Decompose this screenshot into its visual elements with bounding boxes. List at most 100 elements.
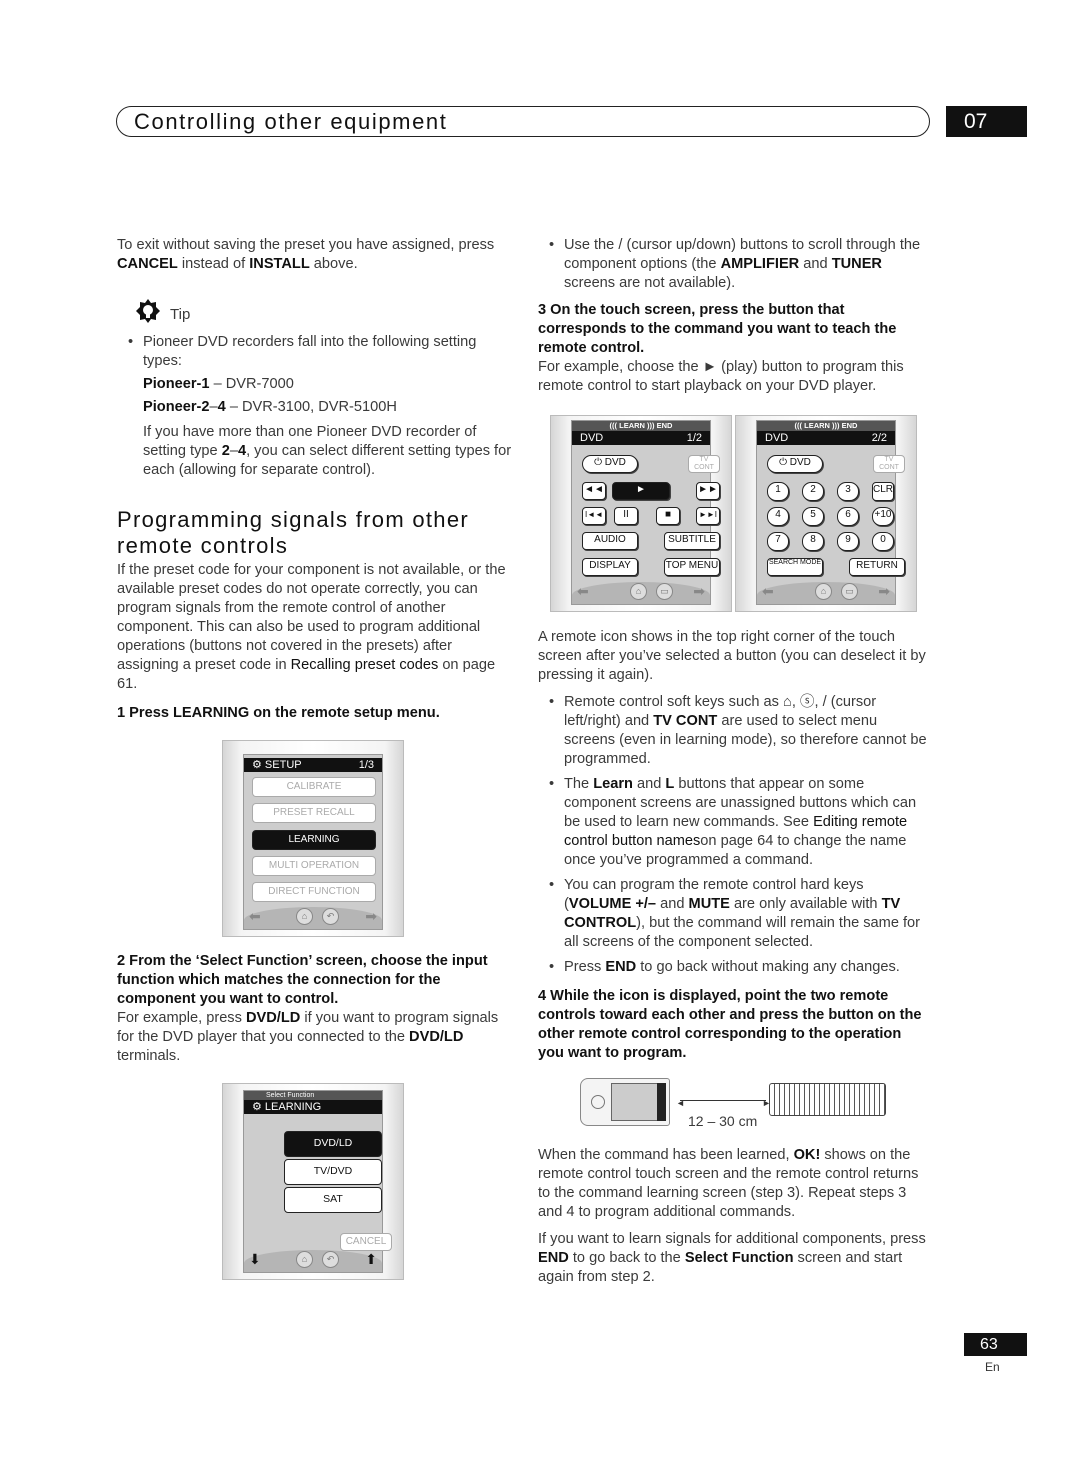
arrow-left-icon: ⬅ (249, 908, 261, 924)
arrow-left-icon: ⬅ (577, 583, 589, 599)
tip-pioneer-2-4: Pioneer-2–4 – DVR-3100, DVR-5100H (117, 398, 512, 417)
scroll-bullet: Use the / (cursor up/down) buttons to sc… (538, 236, 930, 293)
text-segment: above. (309, 256, 358, 272)
step-1: 1 Press LEARNING on the remote setup men… (117, 705, 440, 721)
text-segment: and (799, 256, 832, 272)
screen-page: 2/2 (871, 432, 887, 444)
screen-title: ⚙ LEARNING (252, 1101, 322, 1113)
text-segment: Select Function (684, 1250, 794, 1266)
back-icon: ↶ (322, 908, 339, 925)
home-icon: ⌂ (815, 583, 832, 600)
language-label: En (985, 1360, 1000, 1374)
step-2-example: For example, press DVD/LD if you want to… (117, 1009, 512, 1066)
text-segment: For example, choose the ► (play) button … (538, 359, 904, 394)
step-3-example: For example, choose the ► (play) button … (538, 358, 930, 396)
screen-nav-bar: ⬅ ⌂ ↶ ➡ (244, 907, 382, 929)
setup-screen-image: ⚙ SETUP 1/3 CALIBRATE PRESET RECALL LEARN… (222, 740, 404, 937)
text-segment: – (209, 399, 218, 415)
key-7: 7 (767, 532, 789, 551)
text-segment: L (665, 776, 675, 792)
distance-arrow (680, 1100, 766, 1101)
menu-multi-operation: MULTI OPERATION (252, 856, 376, 876)
section-title: Controlling other equipment (116, 106, 930, 137)
arrow-right-icon: ➡ (878, 583, 890, 599)
text-segment: to go back without making any changes. (636, 959, 900, 975)
text-segment: For example, press (117, 1010, 246, 1026)
menu-preset-recall: PRESET RECALL (252, 803, 376, 823)
distance-label: 12 – 30 cm (688, 1113, 758, 1129)
step-3: 3 On the touch screen, press the button … (538, 302, 897, 356)
touch-remote-illustration (580, 1078, 670, 1126)
text-segment: END (605, 959, 637, 975)
text-segment: TV CONT (653, 713, 718, 729)
key-plus10: +10 (872, 507, 894, 526)
text-segment: Press (564, 959, 606, 975)
home-icon: ⌂ (296, 908, 313, 925)
text-segment: screens are not available). (564, 275, 736, 291)
screen-nav-bar: ⬅ ⌂ ▭ ➡ (757, 582, 895, 604)
text-segment: 4 (237, 443, 247, 459)
option-sat: SAT (284, 1187, 382, 1213)
key-2: 2 (802, 482, 824, 501)
text-segment: are only available with (729, 896, 882, 912)
tip-note: If you have more than one Pioneer DVD re… (117, 423, 512, 480)
key-9: 9 (837, 532, 859, 551)
learn-buttons-bullet: The Learn and L buttons that appear on s… (538, 775, 930, 870)
arrow-right-icon: ➡ (365, 908, 377, 924)
text-segment: TUNER (831, 256, 882, 272)
text-segment: MUTE (688, 896, 730, 912)
search-mode-button: SEARCH MODE (767, 558, 823, 576)
section-heading: Programming signals from other remote co… (117, 507, 470, 558)
key-8: 8 (802, 532, 824, 551)
next-button: ►►I (696, 507, 720, 525)
exit-paragraph: To exit without saving the preset you ha… (117, 236, 512, 274)
text-segment: and (632, 776, 666, 792)
back-icon: ↶ (322, 1251, 339, 1268)
page-number: 63 (964, 1333, 1027, 1356)
cancel-button: CANCEL (340, 1233, 392, 1251)
text-segment: When the command has been learned, (538, 1147, 794, 1163)
learned-paragraph: When the command has been learned, OK! s… (538, 1146, 930, 1222)
tv-cont-button: TV CONT (688, 455, 720, 473)
key-3: 3 (837, 482, 859, 501)
text-segment: VOLUME +/– (568, 896, 657, 912)
arrow-left-icon: ⬅ (762, 583, 774, 599)
text-segment: The (564, 776, 594, 792)
cross-reference: Recalling preset codes (290, 657, 439, 673)
text-segment: INSTALL (249, 256, 310, 272)
learn-indicator: ((( LEARN ))) END (757, 421, 895, 431)
screen-title: DVD (765, 432, 789, 444)
arrow-left-head-icon: ◄ (676, 1098, 685, 1108)
subtitle-button: SUBTITLE (664, 532, 720, 550)
dvd-screen-1-image: ((( LEARN ))) END DVD 1/2 ⏻ DVD TV CONT ◄… (550, 415, 732, 612)
text-segment: Pioneer DVD recorders fall into the foll… (143, 334, 477, 369)
menu-calibrate: CALIBRATE (252, 777, 376, 797)
menu-direct-function: DIRECT FUNCTION (252, 882, 376, 902)
previous-button: I◄◄ (582, 507, 606, 525)
additional-components-paragraph: If you want to learn signals for additio… (538, 1230, 930, 1287)
rewind-button: ◄◄ (582, 482, 606, 500)
text-segment: END (538, 1250, 569, 1266)
learn-indicator: ((( LEARN ))) END (572, 421, 710, 431)
tv-cont-button: TV CONT (873, 455, 905, 473)
key-1: 1 (767, 482, 789, 501)
play-button: ► (612, 482, 670, 500)
text-segment: Learn (593, 776, 633, 792)
arrow-down-icon: ⬇ (249, 1251, 261, 1267)
tip-content: Pioneer DVD recorders fall into the foll… (117, 333, 512, 486)
option-tv-dvd: TV/DVD (284, 1159, 382, 1185)
key-6: 6 (837, 507, 859, 526)
screen-caption: Select Function (244, 1091, 382, 1100)
tv-icon: ▭ (841, 583, 858, 600)
arrow-up-icon: ⬆ (365, 1251, 377, 1267)
menu-learning: LEARNING (252, 830, 376, 850)
right-column-bottom: When the command has been learned, OK! s… (538, 1146, 930, 1293)
intro-paragraph: If the preset code for your component is… (117, 561, 512, 694)
tv-icon: ▭ (656, 583, 673, 600)
top-menu-button: TOP MENU (664, 558, 720, 576)
text-segment: – DVR-7000 (209, 376, 294, 392)
other-remote-illustration (769, 1083, 886, 1116)
text-segment: Pioneer-1 (143, 376, 210, 392)
text-segment: to go back to the (568, 1250, 685, 1266)
screen-title: DVD (580, 432, 604, 444)
